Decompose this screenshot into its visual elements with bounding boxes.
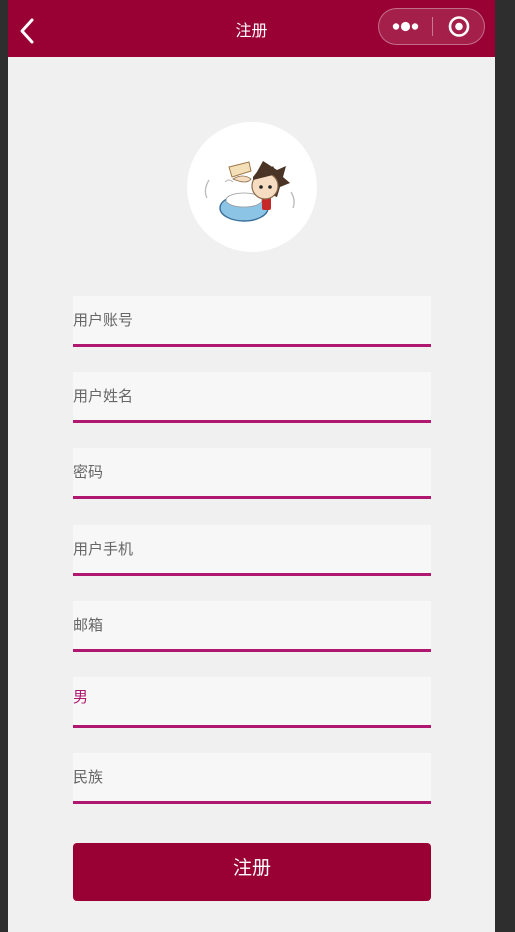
password-input[interactable]	[73, 448, 431, 496]
email-field[interactable]	[73, 601, 431, 652]
username-input[interactable]	[73, 296, 431, 344]
phone-field[interactable]	[73, 525, 431, 576]
close-mini-program-button[interactable]	[433, 9, 485, 44]
ethnicity-field[interactable]	[73, 753, 431, 804]
realname-input[interactable]	[73, 372, 431, 420]
register-page: 注册 用户账号 用户姓名 用户手机 邮箱 男 民族 注册	[8, 0, 495, 932]
ethnicity-input[interactable]	[73, 753, 431, 801]
mini-program-capsule	[378, 8, 485, 45]
more-dots-icon	[392, 21, 419, 32]
password-field[interactable]	[73, 448, 431, 499]
realname-field[interactable]	[73, 372, 431, 423]
register-button[interactable]: 注册	[73, 843, 431, 901]
navbar: 注册	[8, 0, 495, 57]
phone-input[interactable]	[73, 525, 431, 573]
gender-value: 男	[73, 688, 89, 706]
gender-picker[interactable]: 男	[73, 677, 431, 728]
avatar[interactable]	[187, 122, 317, 252]
cartoon-avatar	[204, 161, 295, 222]
username-field[interactable]	[73, 296, 431, 347]
target-circle-icon	[448, 16, 470, 37]
more-button[interactable]	[379, 9, 432, 44]
email-input[interactable]	[73, 601, 431, 649]
